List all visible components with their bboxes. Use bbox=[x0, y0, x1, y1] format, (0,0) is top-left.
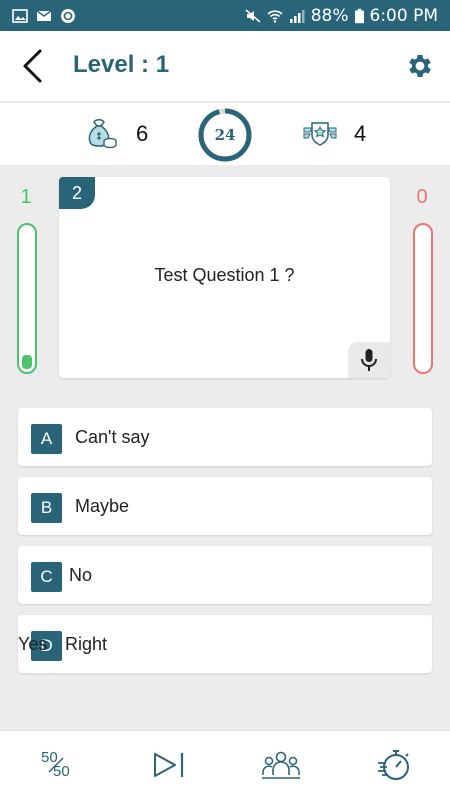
page-title: Level : 1 bbox=[73, 51, 170, 78]
option-text: Can't say bbox=[75, 427, 150, 447]
question-number: 2 bbox=[59, 177, 95, 209]
mail-icon bbox=[36, 9, 52, 21]
audience-poll-button[interactable] bbox=[261, 745, 301, 785]
sync-icon bbox=[61, 8, 75, 23]
question-text: Test Question 1 ? bbox=[154, 265, 295, 285]
rank-count: 4 bbox=[354, 121, 367, 146]
timer-value: 24 bbox=[214, 126, 236, 144]
stats-strip: 6 24 4 bbox=[0, 103, 450, 165]
fifty-fifty-button[interactable]: 50 50 bbox=[36, 745, 76, 785]
wrong-progress-bar bbox=[413, 223, 433, 374]
status-time: 6:00 PM bbox=[369, 5, 439, 26]
mute-icon bbox=[245, 8, 261, 23]
battery-icon bbox=[354, 8, 364, 23]
microphone-button[interactable] bbox=[348, 342, 390, 378]
app-bar: Level : 1 bbox=[0, 31, 450, 101]
signal-icon bbox=[289, 9, 305, 23]
option-text: Right bbox=[65, 634, 108, 654]
option-text: Maybe bbox=[75, 496, 130, 516]
status-bar: 88% 6:00 PM bbox=[0, 0, 450, 31]
image-icon bbox=[12, 8, 28, 23]
timer-freeze-button[interactable] bbox=[374, 745, 414, 785]
wrong-score: 0 bbox=[416, 186, 428, 208]
badge-rank-icon bbox=[303, 122, 337, 146]
back-arrow-icon[interactable] bbox=[18, 48, 48, 84]
option-b[interactable]: B Maybe bbox=[18, 477, 432, 535]
timer-freeze-icon bbox=[378, 750, 409, 780]
correct-progress-bar bbox=[17, 223, 37, 374]
gear-icon[interactable] bbox=[405, 51, 435, 81]
option-c[interactable]: C No bbox=[18, 546, 432, 604]
battery-level: 88% bbox=[310, 5, 349, 26]
skip-button[interactable] bbox=[149, 745, 189, 785]
microphone-icon bbox=[361, 349, 377, 371]
money-bag-icon bbox=[88, 119, 117, 149]
option-text: No bbox=[69, 565, 93, 585]
coins-count: 6 bbox=[136, 121, 149, 146]
lifeline-toolbar: 50 50 bbox=[0, 730, 450, 800]
correct-score: 1 bbox=[20, 186, 32, 208]
option-letter: C bbox=[31, 562, 62, 592]
option-prefix-text: Yes bbox=[18, 634, 48, 654]
option-letter: A bbox=[31, 424, 62, 454]
wifi-icon bbox=[267, 9, 283, 23]
fifty-bottom: 50 bbox=[53, 763, 70, 780]
option-d[interactable]: D Yes Right bbox=[18, 615, 432, 673]
option-a[interactable]: A Can't say bbox=[18, 408, 432, 466]
skip-icon bbox=[154, 753, 184, 777]
fifty-fifty-icon: 50 50 bbox=[39, 748, 73, 782]
option-letter: B bbox=[31, 493, 62, 523]
audience-poll-icon bbox=[262, 751, 300, 779]
question-card: 2 Test Question 1 ? bbox=[59, 177, 390, 378]
correct-progress-fill bbox=[22, 354, 32, 369]
